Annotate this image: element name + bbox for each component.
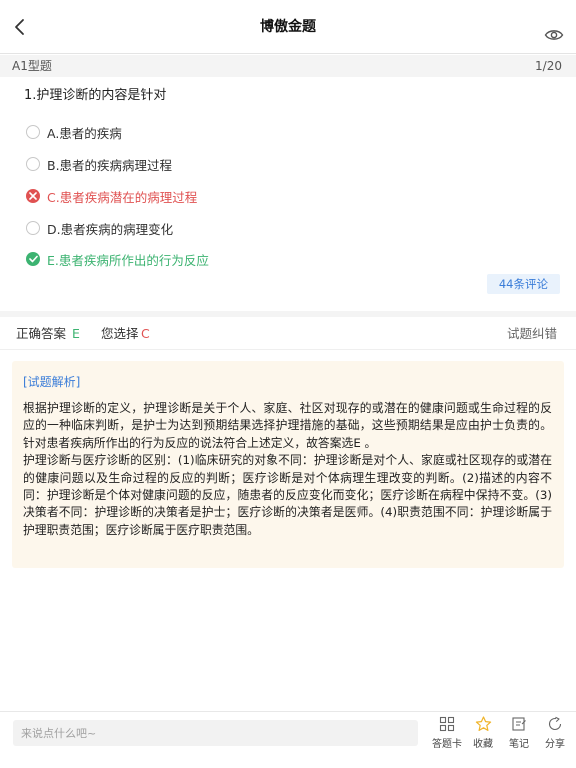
favorite-button[interactable]: 收藏 [463,716,503,760]
option-label: E.患者疾病所作出的行为反应 [47,252,209,268]
analysis-heading: [试题解析] [23,375,81,389]
analysis-paragraph: 根据护理诊断的定义，护理诊断是关于个人、家庭、社区对现存的或潜在的健康问题或生命… [23,401,552,450]
tool-label: 答题卡 [432,739,462,750]
question-text: 1.护理诊断的内容是针对 [24,88,167,103]
report-error-button[interactable]: 试题纠错 [507,318,557,350]
answer-card-button[interactable]: 答题卡 [427,716,467,760]
option-c[interactable]: C.患者疾病潜在的病理过程 [26,185,197,207]
tool-label: 收藏 [473,739,493,750]
radio-icon [26,157,40,171]
option-label: B.患者的疾病病理过程 [47,157,173,173]
section-divider [0,311,576,317]
question-type-bar: A1型题 1/20 [0,55,576,77]
comment-input[interactable] [13,720,418,746]
option-label: A.患者的疾病 [47,125,122,141]
correct-answer-value: E [72,326,80,341]
note-button[interactable]: 笔记 [499,716,539,760]
chosen-answer-label: 您选择 [101,326,139,341]
option-b[interactable]: B.患者的疾病病理过程 [26,153,172,175]
question-progress: 1/20 [535,59,562,73]
comments-button[interactable]: 44条评论 [486,274,560,294]
star-icon [475,716,491,731]
note-icon [512,717,526,731]
answer-row: 正确答案 E 您选择 C 试题纠错 [0,318,576,350]
option-e[interactable]: E.患者疾病所作出的行为反应 [26,248,209,270]
share-icon [548,716,562,730]
wrong-icon [26,189,40,203]
tool-label: 分享 [545,739,565,750]
bottom-toolbar: 答题卡 收藏 笔记 分享 [0,711,576,768]
page-title: 博傲金题 [260,19,316,35]
analysis-paragraph: 护理诊断与医疗诊断的区别：(1)临床研究的对象不同：护理诊断是对个人、家庭或社区… [23,453,552,537]
option-d[interactable]: D.患者疾病的病理变化 [26,217,173,239]
option-label: D.患者疾病的病理变化 [47,221,174,237]
correct-answer-label: 正确答案 [16,326,67,341]
chosen-answer-value: C [141,326,150,341]
nav-bar: 博傲金题 [0,0,576,54]
option-a[interactable]: A.患者的疾病 [26,121,122,143]
radio-icon [26,221,40,235]
share-button[interactable]: 分享 [535,716,575,760]
question-type: A1型题 [12,59,52,73]
radio-icon [26,125,40,139]
analysis-panel: [试题解析] 根据护理诊断的定义，护理诊断是关于个人、家庭、社区对现存的或潜在的… [12,361,564,568]
eye-icon[interactable] [544,25,564,45]
tool-label: 笔记 [509,739,529,750]
option-label: C.患者疾病潜在的病理过程 [47,189,198,205]
check-icon [26,252,40,266]
grid-icon [439,716,455,732]
